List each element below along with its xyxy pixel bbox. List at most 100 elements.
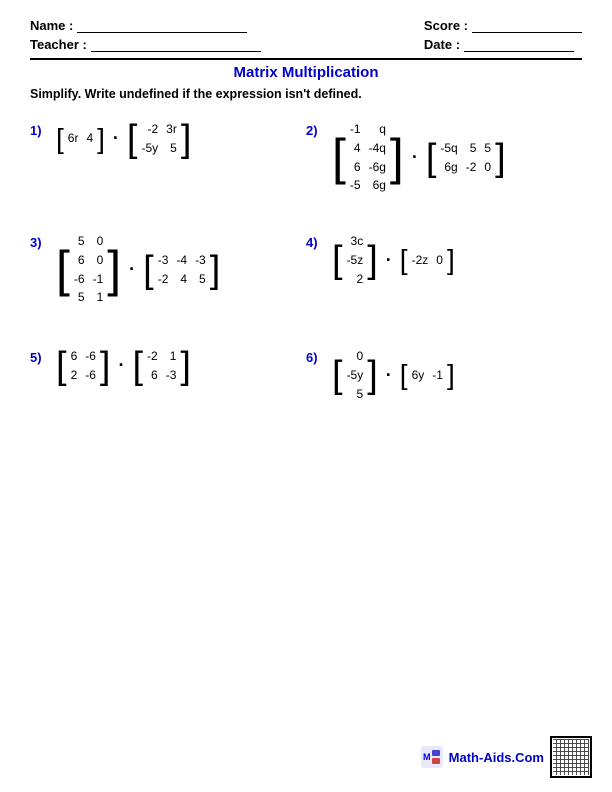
problem-5: 5) [ 6 -6 2 -6 ] · [ [30,316,306,416]
bracket-left: [ [56,125,64,153]
bracket-right: ] [367,358,378,392]
score-label: Score : [424,18,468,33]
worksheet-title: Matrix Multiplication [30,64,582,81]
cell: -6 [74,271,85,288]
cell: -5y [347,367,364,384]
problems-grid: 1) [ 6r 4 ] · [ -2 3r [30,111,582,416]
cell: -5y [141,140,158,157]
bracket-left: [ [426,141,437,175]
matrix-cells: 6r 4 [64,128,97,149]
cell: 0 [93,233,104,250]
problem-5-number: 5) [30,346,52,365]
cell: -5z [347,252,364,269]
multiply-dot: · [125,259,139,280]
bracket-left: [ [56,349,67,383]
problem-1-matrix-b: [ -2 3r -5y 5 ] [127,119,191,159]
score-underline [472,19,582,33]
matrix-cells: -3 -4 -3 -2 4 5 [154,250,210,290]
svg-text:M: M [423,752,431,762]
cell: -6 [85,348,96,365]
cell: 6 [74,252,85,269]
matrix-cells: 6y -1 [408,365,447,386]
matrix-cells: -1 q 4 -4q 6 -6g -5 6g [346,119,390,196]
bracket-left: [ [127,122,138,156]
bracket-left: [ [143,253,154,287]
problem-4-matrix-a: [ 3c -5z 2 ] [332,231,378,289]
cell: 5 [166,140,177,157]
cell: -3 [158,252,169,269]
problem-3-matrix-b: [ -3 -4 -3 -2 4 5 ] [143,250,220,290]
multiply-dot: · [382,365,396,386]
date-label: Date : [424,37,460,52]
cell: 0 [436,252,443,269]
cell: -1 [93,271,104,288]
cell: -6g [369,159,386,176]
matrix-cells: 6 -6 2 -6 [67,346,100,386]
cell: q [369,121,386,138]
matrix-cells: 5 0 6 0 -6 -1 5 1 [70,231,107,308]
name-underline [77,19,247,33]
cell: 0 [93,252,104,269]
cell: 6g [440,159,457,176]
matrix-cells: 0 -5y 5 [343,346,368,404]
problem-4-matrix-b: [ -2z 0 ] [400,246,455,274]
bracket-left: [ [332,243,343,277]
cell: 6 [350,159,361,176]
cell: 6g [369,177,386,194]
problem-5-matrix-a: [ 6 -6 2 -6 ] [56,346,110,386]
bracket-right: ] [210,253,221,287]
problem-6-number: 6) [306,346,328,365]
footer: M Math-Aids.Com [421,736,592,778]
date-line: Date : [424,37,582,52]
multiply-dot: · [408,147,422,168]
mathAids-logo-icon: M [421,746,443,768]
header-right: Score : Date : [424,18,582,52]
bracket-right: ] [97,125,105,153]
problem-2-matrix-b: [ -5q 5 5 6g -2 0 ] [426,138,506,178]
cell: -1 [432,367,443,384]
problem-6-content: [ 0 -5y 5 ] · [ 6y -1 ] [332,346,455,404]
score-line: Score : [424,18,582,33]
problem-5-content: [ 6 -6 2 -6 ] · [ -2 1 6 [56,346,191,386]
multiply-dot: · [382,250,396,271]
date-underline [464,38,574,52]
cell: 5 [484,140,491,157]
matrix-cells: 3c -5z 2 [343,231,368,289]
cell: 4 [350,140,361,157]
bracket-right: ] [181,122,192,156]
cell: -4q [369,140,386,157]
cell: -4 [176,252,187,269]
cell: -3 [195,252,206,269]
problem-1-matrix-a: [ 6r 4 ] [56,125,105,153]
cell: 6y [412,367,425,384]
bracket-right: ] [107,247,121,292]
teacher-underline [91,38,261,52]
bracket-left: [ [56,247,70,292]
cell: -5 [350,177,361,194]
problem-6-matrix-b: [ 6y -1 ] [400,361,455,389]
problem-4-number: 4) [306,231,328,250]
matrix-cells: -2 1 6 -3 [143,346,180,386]
cell: 1 [166,348,177,365]
header: Name : Teacher : Score : Date : [30,18,582,52]
header-left: Name : Teacher : [30,18,261,52]
qr-code [550,736,592,778]
bracket-right: ] [390,135,404,180]
cell: -2 [158,271,169,288]
cell: 0 [347,348,364,365]
problem-3: 3) [ 5 0 6 0 -6 -1 5 1 ] [30,211,306,316]
bracket-left: [ [332,135,346,180]
cell: 5 [74,233,85,250]
cell: -2z [412,252,429,269]
footer-site-text: Math-Aids.Com [449,750,544,765]
cell: 2 [347,271,364,288]
name-label: Name : [30,18,73,33]
cell: 5 [466,140,477,157]
cell: 5 [195,271,206,288]
bracket-right: ] [447,361,455,389]
cell: 4 [176,271,187,288]
bracket-right: ] [495,141,506,175]
problem-2-matrix-a: [ -1 q 4 -4q 6 -6g -5 6g ] [332,119,404,196]
problem-1: 1) [ 6r 4 ] · [ -2 3r [30,111,306,211]
problem-1-content: [ 6r 4 ] · [ -2 3r -5y 5 [56,119,191,159]
